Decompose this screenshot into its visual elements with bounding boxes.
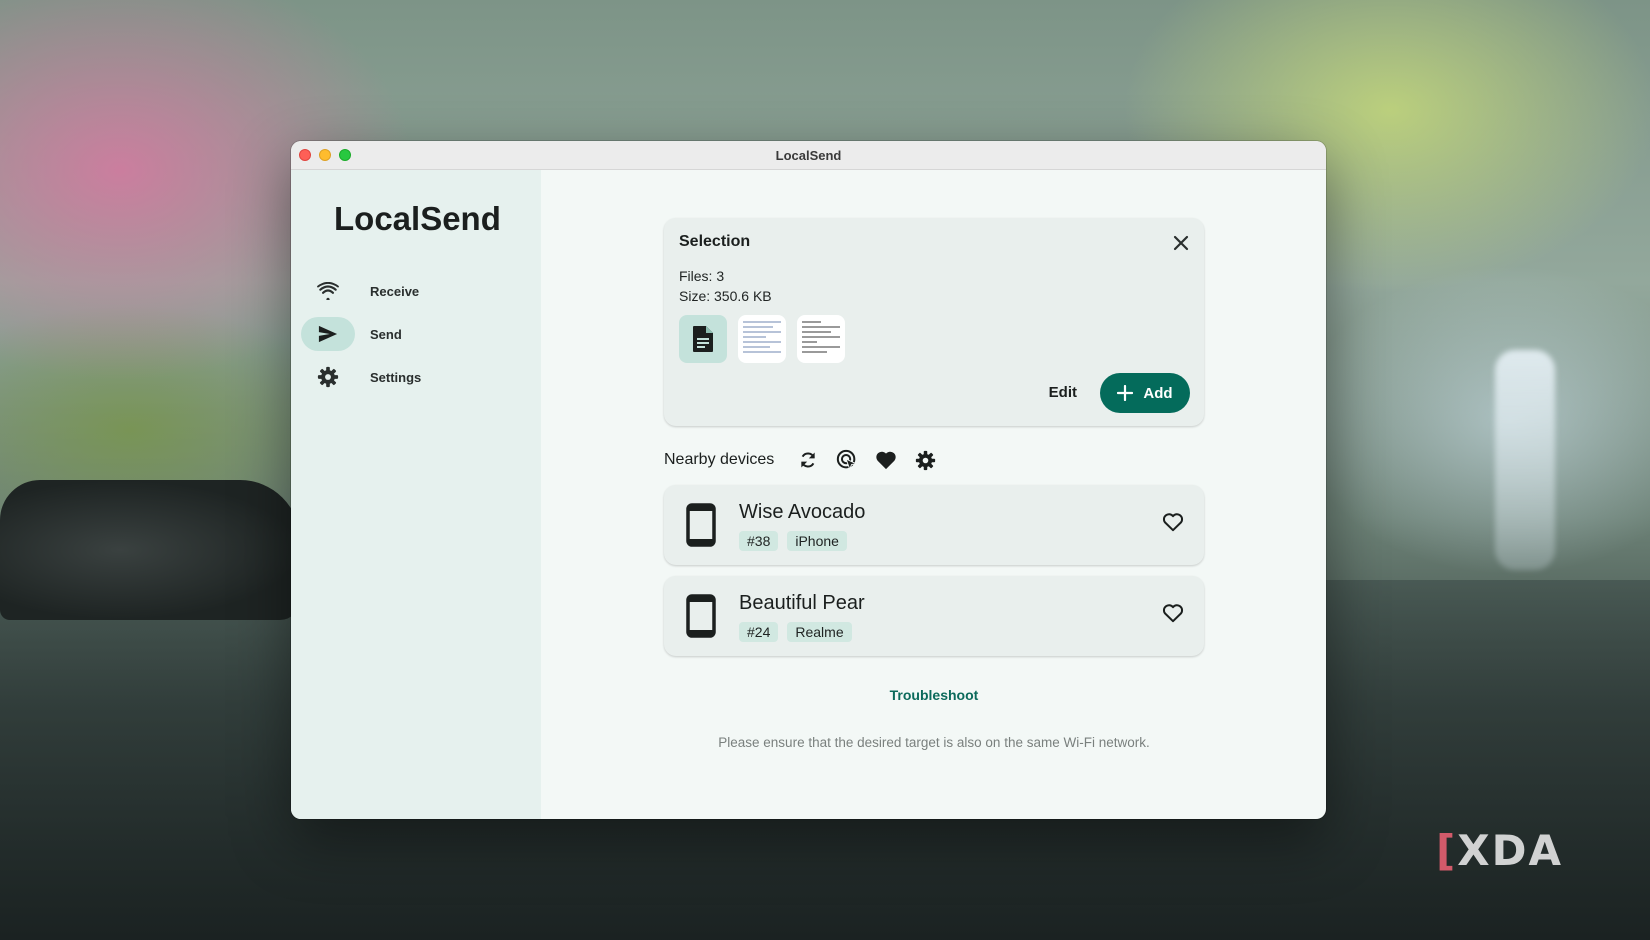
image-thumbnail[interactable] [738, 315, 786, 363]
zoom-window-button[interactable] [339, 149, 351, 161]
main-content: Selection Files: 3 Size: 350.6 KB Edit A… [541, 170, 1326, 819]
network-hint-text: Please ensure that the desired target is… [718, 735, 1150, 750]
smartphone-icon [686, 594, 716, 643]
plus-icon [1117, 385, 1134, 401]
gear-icon [301, 360, 355, 394]
files-count: Files: 3 [679, 268, 725, 284]
nearby-devices-title: Nearby devices [664, 451, 775, 468]
favorites-heart-icon[interactable] [874, 448, 898, 472]
device-type-tag: Realme [787, 622, 852, 642]
troubleshoot-link[interactable]: Troubleshoot [664, 687, 1204, 703]
device-tags: #24 Realme [739, 622, 852, 642]
nearby-devices-header: Nearby devices [664, 445, 952, 475]
files-size: Size: 350.6 KB [679, 288, 772, 304]
device-type-tag: iPhone [787, 531, 847, 551]
xda-watermark-logo: [XDA [1436, 826, 1563, 875]
app-brand: LocalSend [334, 200, 501, 237]
refresh-icon[interactable] [796, 448, 820, 472]
document-icon [693, 326, 713, 352]
window-controls [299, 149, 351, 161]
title-bar: LocalSend [291, 141, 1326, 170]
sidebar-item-label: Send [370, 326, 402, 342]
minimize-window-button[interactable] [319, 149, 331, 161]
sidebar-item-receive[interactable]: Receive [301, 271, 531, 311]
device-name: Wise Avocado [739, 501, 866, 523]
file-thumbnails [679, 315, 845, 363]
sidebar-item-label: Receive [370, 283, 420, 299]
file-thumbnail[interactable] [679, 315, 727, 363]
sidebar-item-send[interactable]: Send [301, 314, 531, 354]
device-id-tag: #24 [739, 622, 779, 642]
device-name: Beautiful Pear [739, 592, 865, 614]
send-settings-gear-icon[interactable] [913, 448, 937, 472]
edit-button[interactable]: Edit [1037, 373, 1089, 411]
selection-title: Selection [679, 233, 751, 250]
device-card-wise-avocado[interactable]: Wise Avocado #38 iPhone [664, 485, 1204, 565]
selection-card: Selection Files: 3 Size: 350.6 KB Edit A… [664, 218, 1204, 426]
favorite-heart-outline-icon[interactable] [1162, 512, 1184, 537]
wifi-icon [301, 274, 355, 308]
app-window: LocalSend LocalSend Receive Send Setting… [291, 141, 1326, 819]
window-title: LocalSend [775, 147, 842, 163]
close-window-button[interactable] [299, 149, 311, 161]
sidebar-item-label: Settings [370, 369, 422, 385]
sidebar: LocalSend Receive Send Settings [291, 170, 541, 819]
scan-target-icon[interactable] [835, 448, 859, 472]
device-id-tag: #38 [739, 531, 779, 551]
sidebar-item-settings[interactable]: Settings [301, 357, 531, 397]
add-button-label: Add [1143, 384, 1173, 402]
device-card-beautiful-pear[interactable]: Beautiful Pear #24 Realme [664, 576, 1204, 656]
image-thumbnail[interactable] [797, 315, 845, 363]
background-waterfall [1495, 350, 1555, 570]
background-rock [0, 480, 300, 620]
send-icon [301, 317, 355, 351]
device-tags: #38 iPhone [739, 531, 847, 551]
close-icon[interactable] [1166, 228, 1196, 258]
favorite-heart-outline-icon[interactable] [1162, 603, 1184, 628]
smartphone-icon [686, 503, 716, 552]
add-button[interactable]: Add [1100, 373, 1190, 413]
